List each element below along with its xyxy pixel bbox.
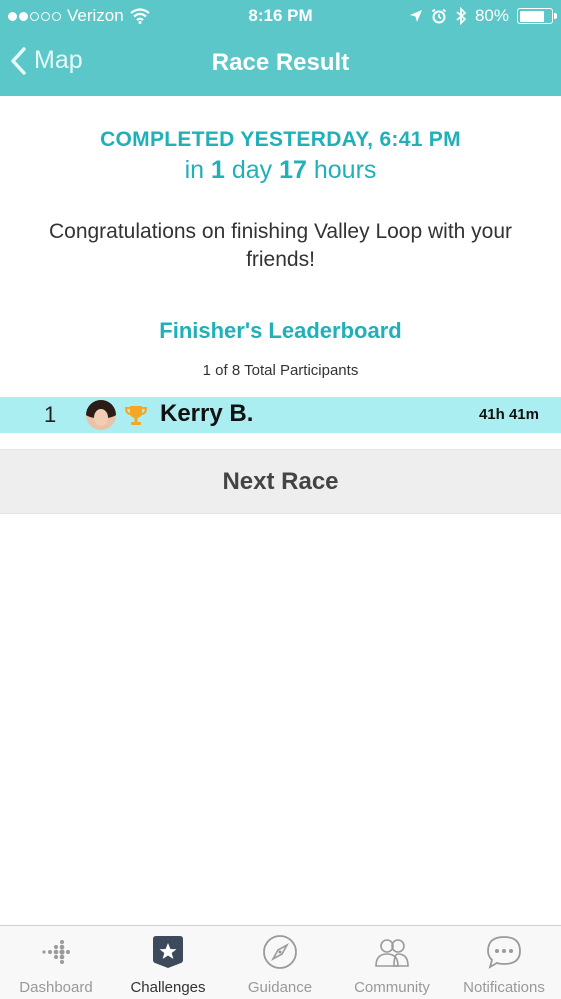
tab-challenges[interactable]: Challenges	[112, 926, 224, 999]
tab-dashboard[interactable]: Dashboard	[0, 926, 112, 999]
bluetooth-icon	[456, 7, 467, 25]
leaderboard-row[interactable]: 1 Kerry B. 41h 41m	[0, 397, 561, 433]
participant-name: Kerry B.	[160, 400, 254, 427]
leaderboard-title: Finisher's Leaderboard	[159, 318, 402, 343]
location-arrow-icon	[409, 10, 422, 22]
congrats-message: Congratulations on finishing Valley Loop…	[48, 220, 513, 271]
battery-percent: 80%	[474, 6, 509, 25]
rank-number: 1	[44, 402, 57, 427]
star-badge-icon	[153, 936, 183, 968]
tab-label: Community	[354, 979, 430, 996]
page-title: Race Result	[211, 49, 350, 76]
tab-label: Challenges	[130, 979, 206, 996]
header: Verizon 8:16 PM 80% Map Race Result	[0, 0, 561, 96]
battery-icon	[517, 8, 557, 24]
tab-label: Dashboard	[19, 979, 93, 996]
participants-count: 1 of 8 Total Participants	[202, 362, 359, 379]
race-duration: in 1 day 17 hours	[0, 156, 561, 185]
compass-icon	[263, 935, 297, 969]
alarm-icon	[431, 8, 447, 24]
tab-label: Notifications	[463, 979, 545, 996]
duration-hours-unit: hours	[313, 156, 377, 184]
nav-bar: Map Race Result	[0, 40, 561, 88]
completed-label: COMPLETED YESTERDAY, 6:41 PM	[100, 128, 461, 151]
status-bar: Verizon 8:16 PM 80%	[0, 0, 561, 32]
tab-label: Guidance	[247, 979, 313, 996]
tab-community[interactable]: Community	[336, 926, 448, 999]
status-right: 80%	[409, 6, 557, 26]
tab-notifications[interactable]: Notifications	[448, 926, 560, 999]
chat-bubble-icon	[487, 936, 521, 969]
avatar	[86, 400, 116, 430]
duration-days: 1	[210, 156, 225, 184]
next-race-button[interactable]: Next Race	[0, 449, 561, 514]
tab-guidance[interactable]: Guidance	[224, 926, 336, 999]
people-icon	[375, 939, 409, 967]
trophy-icon	[124, 406, 148, 425]
duration-days-unit: day	[231, 156, 273, 184]
fitbit-dots-icon	[42, 940, 70, 964]
tab-bar: Dashboard Challenges Guidance Community	[0, 925, 561, 999]
duration-prefix: in	[184, 156, 205, 184]
participant-time: 41h 41m	[478, 406, 539, 423]
duration-hours: 17	[279, 156, 307, 184]
